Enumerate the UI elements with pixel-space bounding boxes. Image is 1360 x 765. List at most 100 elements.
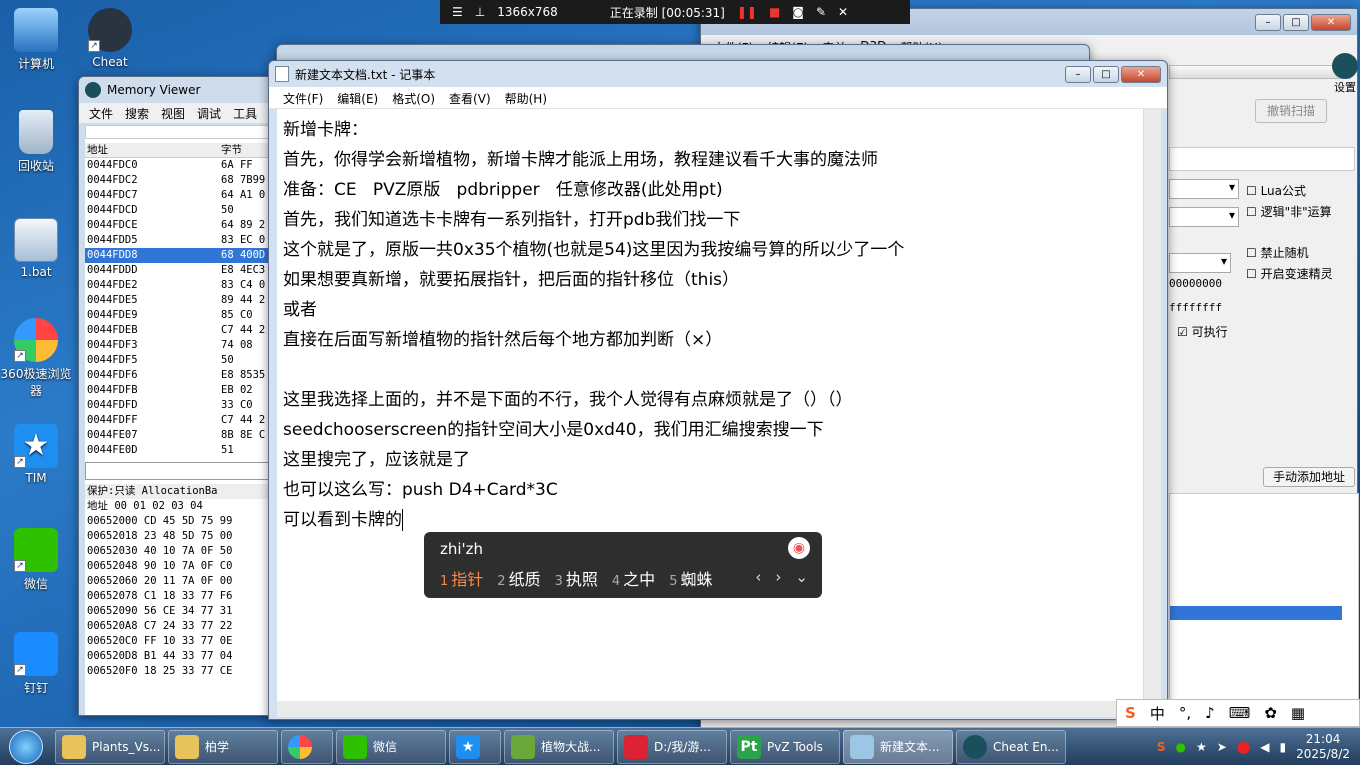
value-type-select[interactable]: ▾ — [1169, 207, 1239, 227]
disassembler-row[interactable]: 0044FE0D 51 — [85, 443, 269, 458]
disassembler-row[interactable]: 0044FDE5 89 44 2 — [85, 293, 269, 308]
hex-row[interactable]: 006520D8 B1 44 33 77 04 — [85, 649, 269, 664]
start-address-input[interactable]: 00000000 — [1169, 277, 1229, 290]
pin-icon[interactable]: ⊥ — [475, 5, 485, 19]
disassembler-row[interactable]: 0044FDCE 64 89 2 — [85, 218, 269, 233]
ime-candidate[interactable]: 3 执照 — [555, 566, 598, 590]
taskbar-item-explorer[interactable]: D:/我/游... — [617, 729, 727, 764]
stop-icon[interactable]: ■ — [769, 5, 780, 19]
stop-address-input[interactable]: ffffffff — [1169, 301, 1229, 314]
taskbar-item-cheat-engine[interactable]: Cheat En... — [956, 729, 1066, 764]
taskbar-item-browser[interactable] — [281, 729, 333, 764]
disassembler-row[interactable]: 0044FDF6 E8 8535 — [85, 368, 269, 383]
menu-debug[interactable]: 调试 — [197, 105, 221, 121]
disassembler-panel[interactable]: 地址 字节 0044FDC0 6A FF 0044FDC2 68 7B99 0044FDC… — [85, 125, 269, 715]
skin-icon[interactable]: ✿ — [1264, 704, 1277, 722]
desktop-icon-tim[interactable]: ★ ↗ TIM — [0, 424, 72, 485]
taskbar-item-wechat[interactable]: 微信 — [336, 729, 446, 764]
volume-icon[interactable]: ◀ — [1260, 740, 1269, 754]
expand-icon[interactable]: ⌄ — [795, 568, 808, 586]
wechat-tray-icon[interactable]: ● — [1176, 740, 1186, 754]
menu-icon[interactable]: ☰ — [452, 5, 463, 19]
disassembler-row[interactable]: 0044FDC2 68 7B99 — [85, 173, 269, 188]
disassembler-row[interactable]: 0044FDDD E8 4EC3 — [85, 263, 269, 278]
hex-row[interactable]: 00652078 C1 18 33 77 F6 — [85, 589, 269, 604]
disassembler-row[interactable]: 0044FDF3 74 08 — [85, 338, 269, 353]
vertical-scrollbar[interactable] — [1143, 109, 1161, 703]
dingtalk-tray-icon[interactable]: ➤ — [1217, 740, 1227, 754]
lua-formula-checkbox[interactable]: ☐ Lua公式 — [1246, 182, 1306, 199]
menu-view[interactable]: 视图 — [161, 105, 185, 121]
speedhack-checkbox[interactable]: ☐ 开启变速精灵 — [1246, 265, 1333, 282]
text-editor[interactable]: 新增卡牌： 首先，你得学会新增植物，新增卡牌才能派上用场，教程建议看千大事的魔法… — [277, 109, 1145, 703]
tim-tray-icon[interactable]: ★ — [1196, 740, 1207, 754]
desktop-icon-cheat[interactable]: ↗ Cheat — [74, 8, 146, 69]
camera-icon[interactable]: ◙ — [792, 5, 804, 19]
sogou-logo-icon[interactable]: ◉ — [788, 537, 810, 559]
hex-row[interactable]: 006520A8 C7 24 33 77 22 — [85, 619, 269, 634]
hex-row[interactable]: 00652030 40 10 7A 0F 50 — [85, 544, 269, 559]
desktop-icon-recycle-bin[interactable]: 回收站 — [0, 110, 72, 174]
desktop-icon-computer[interactable]: 计算机 — [0, 8, 72, 72]
undo-scan-button[interactable]: 撤销扫描 — [1255, 99, 1327, 123]
disassembler-row[interactable]: 0044FDC7 64 A1 0 — [85, 188, 269, 203]
disassembler-row[interactable]: 0044FDE9 85 C0 — [85, 308, 269, 323]
sogou-s-icon[interactable]: S — [1125, 704, 1136, 722]
hex-row[interactable]: 00652090 56 CE 34 77 31 — [85, 604, 269, 619]
disassembler-row[interactable]: 0044FDCD 50 — [85, 203, 269, 218]
pause-icon[interactable]: ❚❚ — [737, 5, 757, 19]
ime-candidate[interactable]: 4 之中 — [612, 566, 655, 590]
disassembler-row[interactable]: 0044FDE2 83 C4 0 — [85, 278, 269, 293]
desktop-icon-dingtalk[interactable]: ↗ 钉钉 — [0, 632, 72, 696]
taskbar-item-plants-folder[interactable]: Plants_Vs... — [55, 729, 165, 764]
add-address-manually-button[interactable]: 手动添加地址 — [1263, 467, 1355, 487]
menu-view[interactable]: 查看(V) — [449, 90, 491, 106]
disassembler-row[interactable]: 0044FDD5 83 EC 0 — [85, 233, 269, 248]
menu-format[interactable]: 格式(O) — [392, 90, 435, 106]
ime-candidate[interactable]: 1 指针 — [440, 566, 483, 590]
executable-checkbox[interactable]: ☑ 可执行 — [1177, 323, 1228, 340]
clock[interactable]: 21:04 2025/8/2 — [1296, 732, 1350, 762]
menu-search[interactable]: 搜索 — [125, 105, 149, 121]
disassembler-row[interactable]: 0044FDFB EB 02 — [85, 383, 269, 398]
hex-row[interactable]: 006520F0 18 25 33 77 CE — [85, 664, 269, 679]
disassembler-row[interactable]: 0044FDEB C7 44 2 — [85, 323, 269, 338]
hex-row[interactable]: 00652060 20 11 7A 0F 00 — [85, 574, 269, 589]
horizontal-scrollbar[interactable] — [277, 701, 1145, 717]
hex-row[interactable]: 00652000 CD 45 5D 75 99 — [85, 514, 269, 529]
pen-icon[interactable]: ✎ — [816, 5, 826, 19]
menu-file[interactable]: 文件(F) — [283, 90, 323, 106]
taskbar-item-pvz-game[interactable]: 植物大战... — [504, 729, 614, 764]
memory-region-select[interactable]: ▾ — [1169, 253, 1231, 273]
disassembler-row[interactable]: 0044FDFF C7 44 2 — [85, 413, 269, 428]
address-list[interactable] — [1169, 493, 1359, 713]
close-button[interactable]: ✕ — [1121, 65, 1161, 83]
menu-edit[interactable]: 编辑(E) — [337, 90, 378, 106]
sogou-tray-icon[interactable]: S — [1157, 740, 1166, 754]
ime-mode[interactable]: 中 — [1150, 703, 1165, 724]
disassembler-row[interactable]: 0044FDC0 6A FF — [85, 158, 269, 173]
disassembler-row[interactable]: 0044FDFD 33 C0 — [85, 398, 269, 413]
taskbar-item-pvz-tools[interactable]: Pt PvZ Tools — [730, 729, 840, 764]
hex-row[interactable]: 006520C0 FF 10 33 77 0E — [85, 634, 269, 649]
menu-tools[interactable]: 工具 — [233, 105, 257, 121]
toolbox-icon[interactable]: ▦ — [1291, 704, 1305, 722]
maximize-button[interactable]: □ — [1093, 65, 1119, 83]
start-button[interactable] — [0, 729, 52, 765]
ime-candidate[interactable]: 5 蜘蛛 — [669, 566, 712, 590]
network-icon[interactable]: ▮ — [1279, 740, 1286, 754]
disable-random-checkbox[interactable]: ☐ 禁止随机 — [1246, 244, 1309, 261]
taskbar-item-tim[interactable]: ★ — [449, 729, 501, 764]
disassembler-input[interactable] — [85, 462, 269, 480]
keyboard-icon[interactable]: ⌨ — [1229, 704, 1251, 722]
ime-candidate[interactable]: 2 纸质 — [497, 566, 540, 590]
desktop-icon-360-browser[interactable]: ↗ 360极速浏览器 — [0, 318, 72, 399]
taskbar-item-folder[interactable]: 柏学 — [168, 729, 278, 764]
hex-row[interactable]: 00652018 23 48 5D 75 00 — [85, 529, 269, 544]
menu-file[interactable]: 文件 — [89, 105, 113, 121]
minimize-button[interactable]: – — [1065, 65, 1091, 83]
disassembler-row[interactable]: 0044FDF5 50 — [85, 353, 269, 368]
maximize-button[interactable]: □ — [1283, 13, 1309, 31]
scan-type-select[interactable]: ▾ — [1169, 179, 1239, 199]
settings-area[interactable]: 设置 — [1331, 53, 1359, 95]
